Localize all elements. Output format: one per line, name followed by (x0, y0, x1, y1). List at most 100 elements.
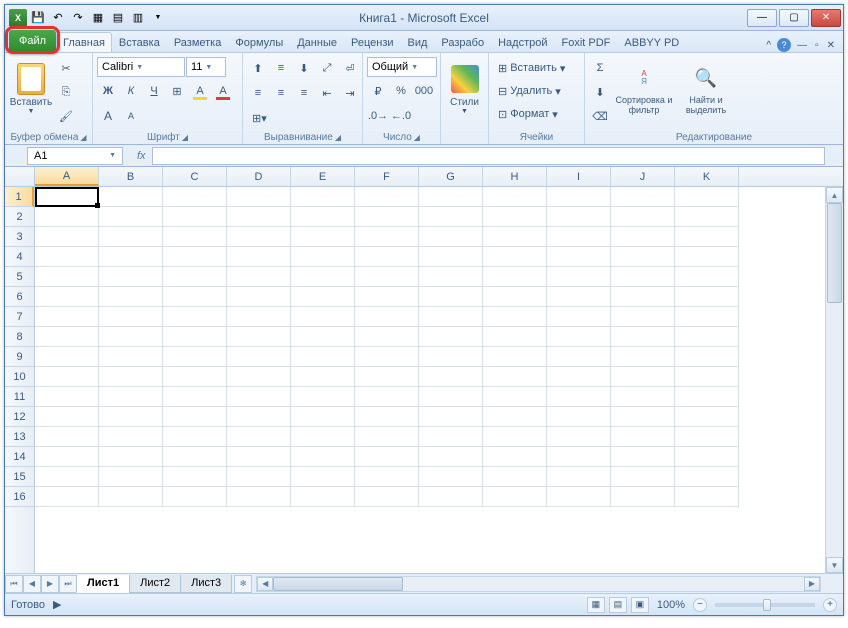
cell[interactable] (35, 487, 99, 507)
cell[interactable] (483, 407, 547, 427)
format-cells-button[interactable]: ⊡ Формат ▾ (493, 103, 563, 125)
align-right-icon[interactable]: ≡ (293, 82, 315, 104)
scroll-left-icon[interactable]: ◀ (257, 577, 273, 591)
cell[interactable] (227, 467, 291, 487)
cell[interactable] (35, 307, 99, 327)
cell[interactable] (227, 487, 291, 507)
cell[interactable] (355, 227, 419, 247)
cell[interactable] (35, 447, 99, 467)
increase-decimal-icon[interactable]: .0→ (367, 105, 389, 127)
cell[interactable] (291, 287, 355, 307)
cell[interactable] (99, 307, 163, 327)
cell[interactable] (163, 487, 227, 507)
wrap-text-icon[interactable]: ⏎ (339, 57, 361, 79)
cell[interactable] (611, 447, 675, 467)
cell[interactable] (675, 207, 739, 227)
column-header[interactable]: J (611, 167, 675, 186)
italic-button[interactable]: К (120, 80, 142, 102)
cell[interactable] (99, 427, 163, 447)
cell[interactable] (483, 467, 547, 487)
row-header[interactable]: 13 (5, 427, 34, 447)
cell[interactable] (675, 407, 739, 427)
paste-button[interactable]: Вставить ▼ (9, 55, 53, 123)
dialog-launcher-icon[interactable]: ◢ (80, 133, 86, 142)
cell[interactable] (419, 207, 483, 227)
cell[interactable] (291, 387, 355, 407)
scroll-down-icon[interactable]: ▼ (826, 557, 843, 573)
cell[interactable] (227, 447, 291, 467)
cell[interactable] (547, 467, 611, 487)
cell[interactable] (675, 427, 739, 447)
column-header[interactable]: E (291, 167, 355, 186)
scroll-up-icon[interactable]: ▲ (826, 187, 843, 203)
cell[interactable] (483, 247, 547, 267)
shrink-font-icon[interactable]: A (120, 105, 142, 127)
column-header[interactable]: H (483, 167, 547, 186)
cell[interactable] (35, 327, 99, 347)
cell[interactable] (483, 207, 547, 227)
cell[interactable] (547, 387, 611, 407)
cell[interactable] (227, 207, 291, 227)
row-header[interactable]: 16 (5, 487, 34, 507)
cut-icon[interactable]: ✂ (55, 57, 77, 79)
cell[interactable] (291, 347, 355, 367)
row-header[interactable]: 11 (5, 387, 34, 407)
border-button[interactable]: ⊞ (166, 80, 188, 102)
cell[interactable] (163, 287, 227, 307)
decrease-decimal-icon[interactable]: ←.0 (390, 105, 412, 127)
column-header[interactable]: B (99, 167, 163, 186)
cell[interactable] (611, 207, 675, 227)
cell[interactable] (163, 267, 227, 287)
dialog-launcher-icon[interactable]: ◢ (335, 133, 341, 142)
cell[interactable] (355, 307, 419, 327)
minimize-button[interactable]: ― (747, 9, 777, 27)
cell[interactable] (611, 487, 675, 507)
cell[interactable] (611, 427, 675, 447)
row-header[interactable]: 14 (5, 447, 34, 467)
fx-icon[interactable]: fx (137, 150, 146, 162)
delete-cells-button[interactable]: ⊟ Удалить ▾ (493, 80, 566, 102)
cell[interactable] (227, 427, 291, 447)
cell[interactable] (163, 367, 227, 387)
cell[interactable] (419, 307, 483, 327)
row-header[interactable]: 1 (5, 187, 34, 207)
cell[interactable] (35, 247, 99, 267)
cell[interactable] (99, 187, 163, 207)
cell[interactable] (291, 207, 355, 227)
cells-area[interactable] (35, 187, 825, 573)
tab-вставка[interactable]: Вставка (112, 32, 167, 52)
sheet-next-icon[interactable]: ▶ (41, 575, 59, 593)
autosum-icon[interactable]: Σ (589, 57, 611, 79)
cell[interactable] (483, 367, 547, 387)
cell[interactable] (547, 407, 611, 427)
cell[interactable] (547, 287, 611, 307)
cell[interactable] (419, 367, 483, 387)
cell[interactable] (483, 327, 547, 347)
cell[interactable] (355, 447, 419, 467)
cell[interactable] (99, 267, 163, 287)
copy-icon[interactable]: ⎘ (55, 81, 77, 103)
doc-close-icon[interactable]: ✕ (825, 40, 837, 51)
column-header[interactable]: C (163, 167, 227, 186)
cell[interactable] (291, 407, 355, 427)
cell[interactable] (35, 347, 99, 367)
cell[interactable] (547, 487, 611, 507)
cell[interactable] (291, 427, 355, 447)
column-header[interactable]: G (419, 167, 483, 186)
cell[interactable] (611, 367, 675, 387)
cell[interactable] (35, 367, 99, 387)
cell[interactable] (35, 407, 99, 427)
cell[interactable] (35, 387, 99, 407)
cell[interactable] (675, 467, 739, 487)
cell[interactable] (291, 327, 355, 347)
cell[interactable] (163, 227, 227, 247)
cell[interactable] (163, 247, 227, 267)
zoom-level[interactable]: 100% (657, 599, 685, 611)
cell[interactable] (227, 227, 291, 247)
qat-custom2-icon[interactable]: ▤ (109, 9, 127, 27)
cell[interactable] (227, 407, 291, 427)
cell[interactable] (291, 487, 355, 507)
cell[interactable] (291, 307, 355, 327)
cell[interactable] (611, 267, 675, 287)
cell[interactable] (99, 347, 163, 367)
